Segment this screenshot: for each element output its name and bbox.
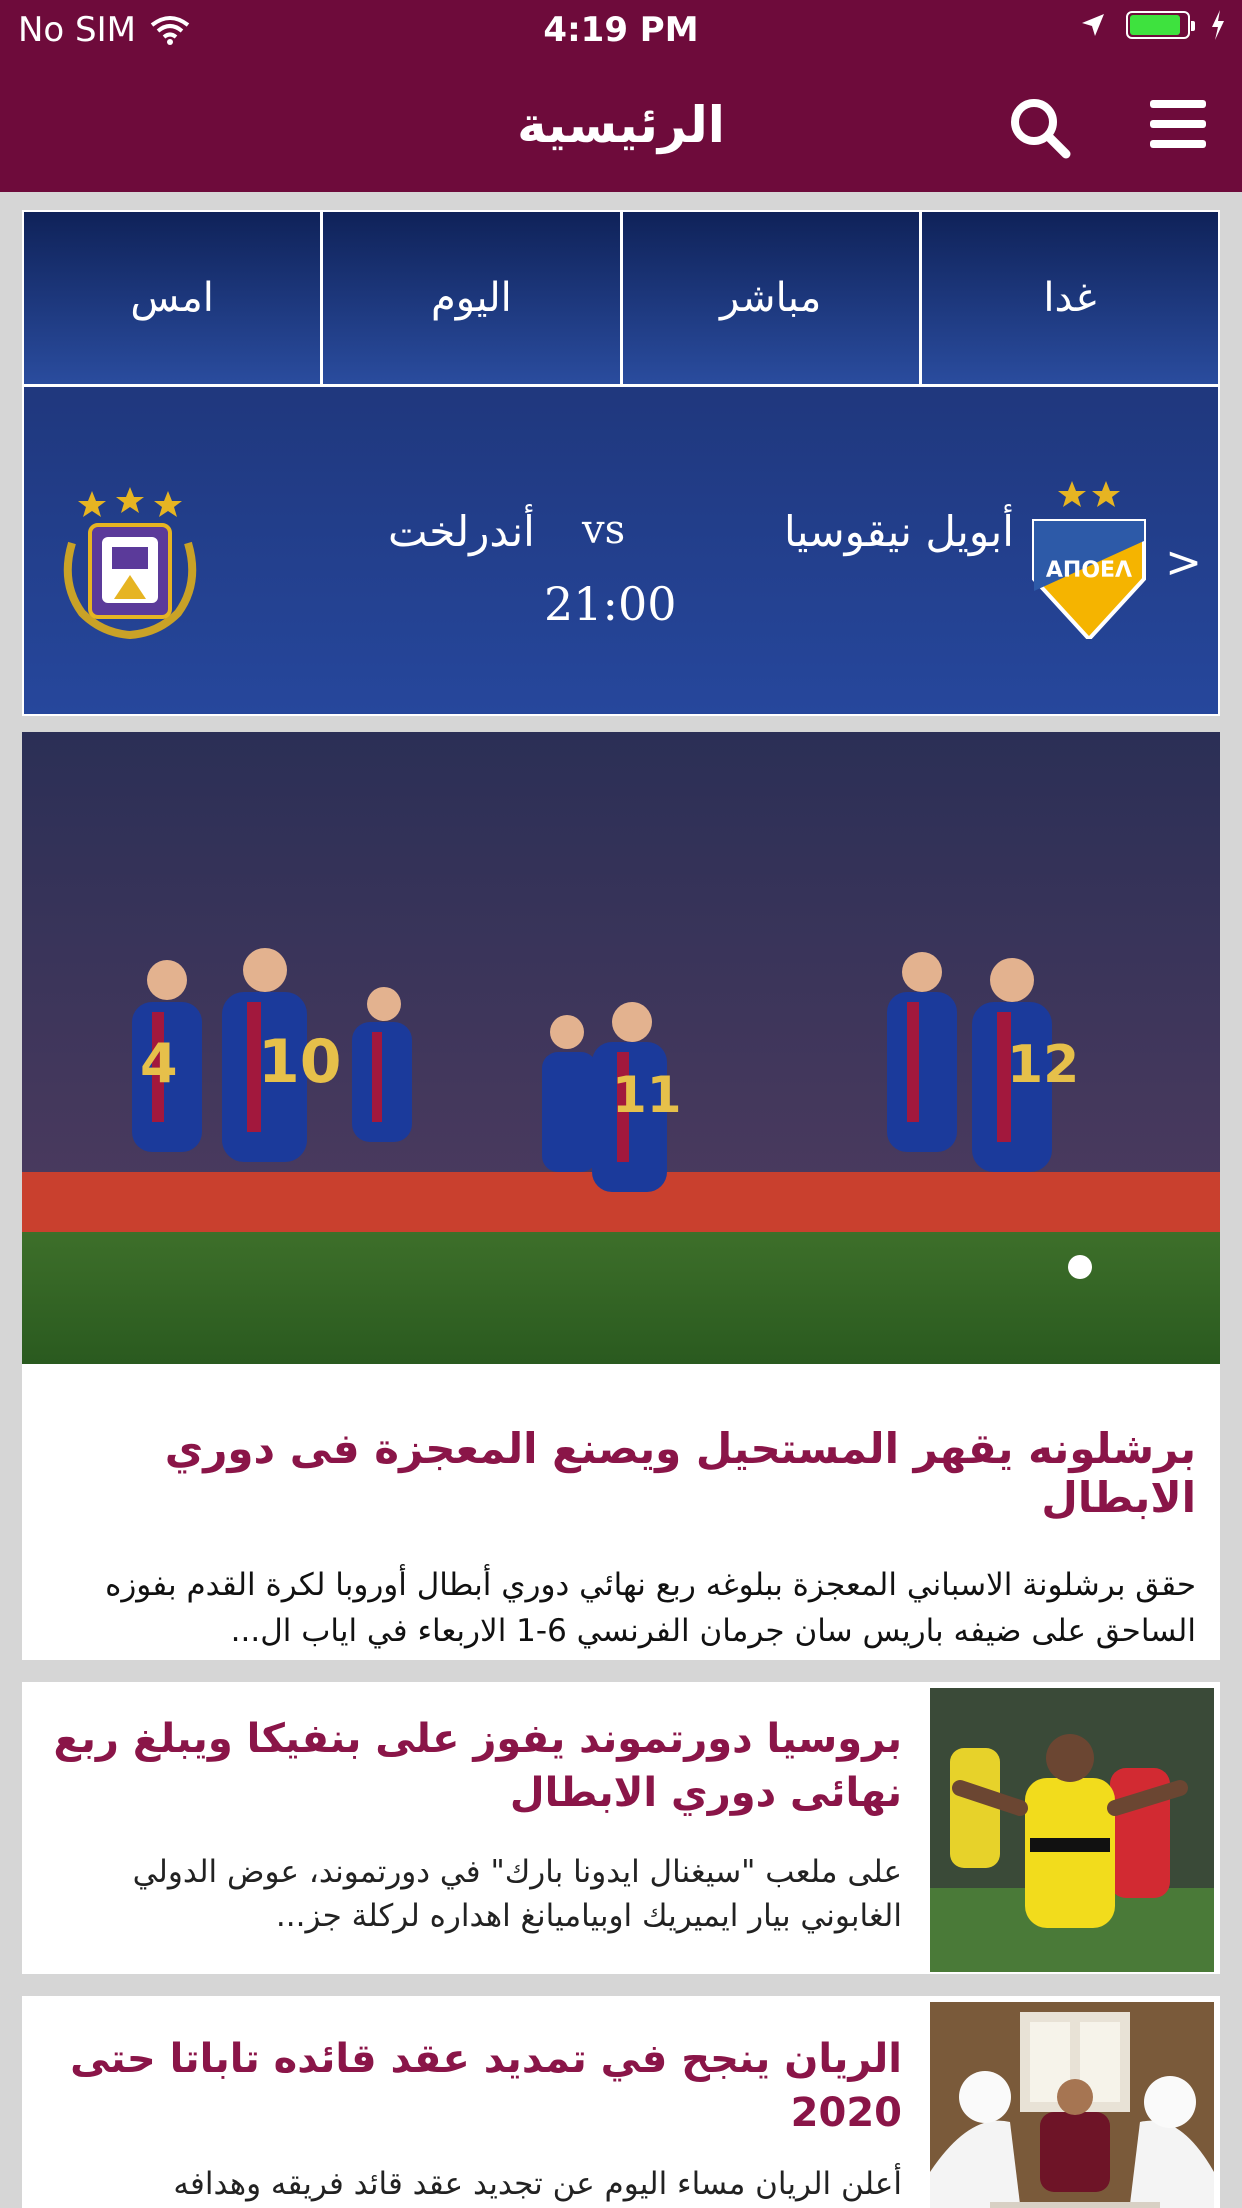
news-title[interactable]: الريان ينجح في تمديد عقد قائده تاباتا حت… [52, 2032, 902, 2140]
home-team-name: أبويل نيقوسيا [784, 507, 1014, 556]
featured-image[interactable]: 4 10 11 12 [22, 732, 1220, 1364]
location-arrow-icon [1082, 14, 1104, 36]
match-row[interactable]: 21:00 أندرلخت vs أبويل نيقوسيا ΑΠΟΕΛ > [24, 387, 1218, 717]
charging-bolt-icon [1212, 10, 1224, 40]
status-bar: No SIM 4:19 PM [0, 0, 1242, 60]
news-thumbnail[interactable] [930, 1688, 1214, 1972]
news-item[interactable]: بروسيا دورتموند يفوز على بنفيكا ويبلغ رب… [22, 1682, 1220, 1974]
next-match-arrow[interactable]: > [1165, 537, 1202, 588]
tab-today[interactable]: اليوم [323, 212, 623, 384]
clock: 4:19 PM [543, 10, 699, 50]
battery-fill [1130, 15, 1181, 35]
home-team-crest-icon: ΑΠΟΕΛ [1032, 481, 1146, 639]
page-title: الرئيسية [517, 96, 725, 154]
menu-icon [1150, 100, 1206, 108]
match-time: 21:00 [544, 577, 677, 631]
svg-text:12: 12 [1007, 1035, 1079, 1095]
svg-text:11: 11 [612, 1066, 682, 1124]
svg-text:10: 10 [258, 1027, 342, 1097]
news-summary: أعلن الريان مساء اليوم عن تجديد عقد قائد… [173, 2166, 902, 2202]
news-item[interactable]: الريان ينجح في تمديد عقد قائده تاباتا حت… [22, 1996, 1220, 2208]
away-team-name: أندرلخت [388, 507, 535, 556]
featured-article[interactable]: 4 10 11 12 برشلونه يقهر المستحيل ويصنع ا… [22, 732, 1220, 1660]
dortmund-player-photo [930, 1688, 1214, 1972]
matches-widget: امس اليوم مباشر غدا 21:00 أندرلخت vs أبو… [22, 210, 1220, 716]
tab-yesterday[interactable]: امس [24, 212, 324, 384]
featured-summary: حقق برشلونة الاسباني المعجزة ببلوغه ربع … [105, 1567, 1196, 1649]
navigation-bar: الرئيسية [0, 60, 1242, 192]
news-thumbnail[interactable] [930, 2002, 1214, 2208]
tab-tomorrow[interactable]: غدا [921, 212, 1218, 384]
tab-live[interactable]: مباشر [622, 212, 922, 384]
menu-button[interactable] [1150, 100, 1206, 148]
contract-signing-photo [930, 2002, 1214, 2208]
battery-icon [1126, 11, 1195, 39]
svg-text:ΑΠΟΕΛ: ΑΠΟΕΛ [1046, 558, 1132, 583]
news-summary: على ملعب "سيغنال ايدونا بارك" في دورتمون… [132, 1854, 902, 1934]
vs-label: vs [582, 507, 626, 553]
svg-text:4: 4 [140, 1032, 178, 1095]
day-tabs: امس اليوم مباشر غدا [24, 212, 1218, 387]
featured-title[interactable]: برشلونه يقهر المستحيل ويصنع المعجزة فى د… [46, 1424, 1196, 1522]
football-match-photo: 4 10 11 12 [22, 732, 1220, 1364]
news-title[interactable]: بروسيا دورتموند يفوز على بنفيكا ويبلغ رب… [52, 1712, 902, 1820]
away-team-crest-icon [63, 487, 197, 640]
